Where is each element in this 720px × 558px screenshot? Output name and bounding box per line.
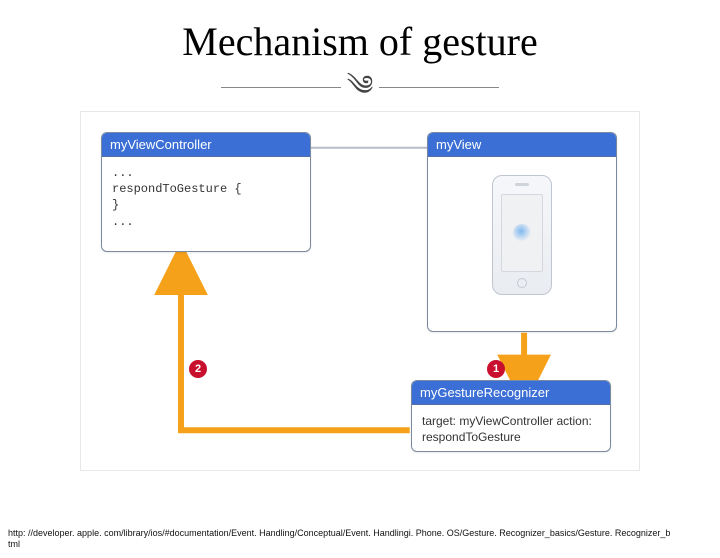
title-divider: ༄	[0, 73, 720, 101]
box-gesture-recognizer-detail: target: myViewController action: respond…	[412, 405, 610, 452]
phone-icon	[492, 175, 552, 295]
touch-dot-icon	[513, 224, 531, 242]
box-view-controller-code: ... respondToGesture { } ...	[102, 157, 310, 238]
badge-two: 2	[189, 360, 207, 378]
footer-source-url: http: //developer. apple. com/library/io…	[8, 528, 712, 551]
footer-url-line2: tml	[8, 539, 20, 549]
slide-title: Mechanism of gesture	[0, 18, 720, 65]
phone-home-button-icon	[517, 278, 527, 288]
box-view: myView	[427, 132, 617, 332]
footer-url-line1: http: //developer. apple. com/library/io…	[8, 528, 670, 538]
diagram: myViewController ... respondToGesture { …	[80, 111, 640, 471]
box-view-header: myView	[428, 133, 616, 157]
flourish-icon: ༄	[347, 73, 374, 101]
box-gesture-recognizer: myGestureRecognizer target: myViewContro…	[411, 380, 611, 452]
divider-line-right	[379, 87, 499, 88]
box-view-controller-header: myViewController	[102, 133, 310, 157]
phone-speaker	[515, 183, 529, 186]
phone-screen	[501, 194, 543, 272]
box-view-controller: myViewController ... respondToGesture { …	[101, 132, 311, 252]
badge-one: 1	[487, 360, 505, 378]
divider-line-left	[221, 87, 341, 88]
box-gesture-recognizer-header: myGestureRecognizer	[412, 381, 610, 405]
